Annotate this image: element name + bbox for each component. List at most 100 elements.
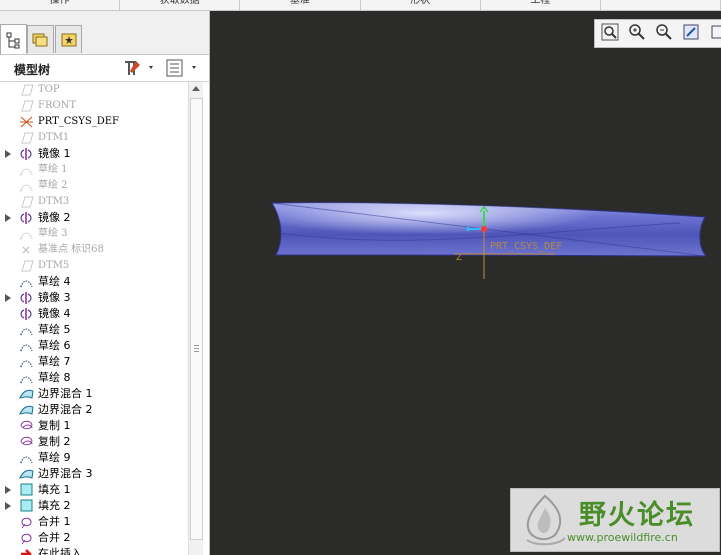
tree-item[interactable]: 草绘 9 [0, 450, 188, 466]
tree-item[interactable]: 在此插入 [0, 546, 188, 555]
tree-item[interactable]: 草绘 3 [0, 226, 188, 242]
expand-arrow-icon[interactable] [5, 150, 11, 158]
mirror-icon [19, 307, 34, 321]
tree-item-label: 基准点 标识68 [38, 244, 104, 255]
tree-item-label: 边界混合 3 [38, 467, 93, 480]
merge-icon [19, 531, 34, 545]
tree-item-label: 边界混合 2 [38, 403, 93, 416]
tree-item[interactable]: DTM1 [0, 130, 188, 146]
tree-item[interactable]: 基准点 标识68 [0, 242, 188, 258]
ribbon-tab-0[interactable]: 操作 [0, 0, 121, 10]
tree-item[interactable]: 草绘 7 [0, 354, 188, 370]
model-tree: TOP FRONT PRT_CSYS_DEF DTM1 镜像 1 草绘 1 草绘 2 DTM3… [0, 82, 188, 555]
tree-item[interactable]: 复制 1 [0, 418, 188, 434]
expand-arrow-icon[interactable] [5, 486, 11, 494]
list-options-icon [166, 59, 196, 77]
watermark-url: www.proewildfire.cn [567, 531, 678, 544]
tree-item-label: DTM3 [38, 196, 70, 207]
tree-item-label: 草绘 8 [38, 371, 71, 384]
tree-item-label: 镜像 2 [38, 211, 71, 224]
tree-item[interactable]: 边界混合 3 [0, 466, 188, 482]
copy-icon [19, 435, 34, 449]
tree-scrollbar[interactable] [188, 82, 203, 555]
expand-arrow-icon[interactable] [5, 502, 11, 510]
tree-item[interactable]: 草绘 6 [0, 338, 188, 354]
fill-icon [19, 483, 34, 497]
tree-item[interactable]: 草绘 4 [0, 274, 188, 290]
model-canvas: PRT_CSYS_DEF Z [271, 202, 708, 279]
scroll-up-icon[interactable] [192, 86, 200, 91]
scroll-thumb[interactable] [190, 98, 203, 540]
tree-item-label: 草绘 3 [38, 228, 68, 239]
tree-item[interactable]: 镜像 2 [0, 210, 188, 226]
tree-item-label: 草绘 5 [38, 323, 71, 336]
tree-item-label: 填充 2 [38, 499, 71, 512]
boundary-blend-icon [19, 403, 34, 417]
tree-item[interactable]: 草绘 1 [0, 162, 188, 178]
tree-item-label: 草绘 1 [38, 164, 68, 175]
tree-item[interactable]: 合并 2 [0, 530, 188, 546]
tree-item-label: 复制 2 [38, 435, 71, 448]
tree-item[interactable]: 镜像 4 [0, 306, 188, 322]
tab-favorites[interactable] [55, 25, 82, 53]
sketch-icon [19, 355, 34, 369]
tree-item[interactable]: TOP [0, 82, 188, 98]
tree-item[interactable]: PRT_CSYS_DEF [0, 114, 188, 130]
datum-point-icon [19, 243, 34, 257]
favorites-icon [61, 33, 76, 46]
flame-logo-icon [526, 494, 566, 546]
sketch-icon [19, 227, 34, 241]
tree-item-label: DTM5 [38, 260, 70, 271]
graphics-window[interactable]: PRT_CSYS_DEF Z [210, 11, 721, 555]
tree-item[interactable]: 复制 2 [0, 434, 188, 450]
ribbon-tab-5[interactable] [601, 0, 721, 10]
expand-arrow-icon[interactable] [5, 214, 11, 222]
tree-item-label: 镜像 4 [38, 307, 71, 320]
ribbon-tab-3[interactable]: 形状 [361, 0, 481, 10]
insert-here-icon [19, 547, 34, 555]
model-tree-header: 模型树 [0, 55, 209, 82]
model-tree-icon [6, 32, 19, 48]
tree-item-label: PRT_CSYS_DEF [38, 116, 119, 127]
ribbon-tab-1[interactable]: 获取数据 [120, 0, 241, 10]
tree-item[interactable]: 填充 2 [0, 498, 188, 514]
tree-item[interactable]: 草绘 2 [0, 178, 188, 194]
tree-item[interactable]: 边界混合 2 [0, 402, 188, 418]
sketch-icon [19, 179, 34, 193]
tree-item-label: 合并 1 [38, 515, 71, 528]
tree-item-label: TOP [38, 84, 60, 95]
axis-z-label: Z [456, 253, 462, 263]
tree-item-label: 镜像 1 [38, 147, 71, 160]
tree-item-label: 合并 2 [38, 531, 71, 544]
tab-model-tree[interactable] [0, 24, 27, 54]
ribbon-tab-4[interactable]: 工程 [481, 0, 601, 10]
expand-arrow-icon[interactable] [5, 294, 11, 302]
mirror-icon [19, 147, 34, 161]
boundary-blend-icon [19, 387, 34, 401]
tree-item-label: 草绘 7 [38, 355, 71, 368]
tree-item[interactable]: 填充 1 [0, 482, 188, 498]
panel-title: 模型树 [14, 63, 51, 77]
sketch-icon [19, 339, 34, 353]
sketch-icon [19, 371, 34, 385]
tree-item[interactable]: DTM3 [0, 194, 188, 210]
ribbon-tab-2[interactable]: 基准 [240, 0, 361, 10]
sketch-icon [19, 163, 34, 177]
tree-item[interactable]: FRONT [0, 98, 188, 114]
settings-button[interactable] [122, 58, 156, 78]
tree-item[interactable]: 草绘 5 [0, 322, 188, 338]
ribbon-tab-strip: 操作 获取数据 基准 形状 工程 [0, 0, 721, 11]
tree-item[interactable]: 合并 1 [0, 514, 188, 530]
folder-icon [32, 33, 47, 46]
tree-item[interactable]: 镜像 1 [0, 146, 188, 162]
tab-folder-browser[interactable] [27, 25, 54, 53]
twisted-surface-model[interactable] [271, 202, 708, 257]
watermark-title: 野火论坛 [579, 500, 695, 531]
navigator-panel: 模型树 TOP FRONT PRT_CSYS_DEF DTM1 镜像 1 草绘 1 草绘 2… [0, 11, 210, 555]
tree-item[interactable]: 草绘 8 [0, 370, 188, 386]
show-menu-button[interactable] [166, 58, 204, 78]
sketch-icon [19, 275, 34, 289]
tree-item[interactable]: DTM5 [0, 258, 188, 274]
tree-item[interactable]: 镜像 3 [0, 290, 188, 306]
tree-item[interactable]: 边界混合 1 [0, 386, 188, 402]
